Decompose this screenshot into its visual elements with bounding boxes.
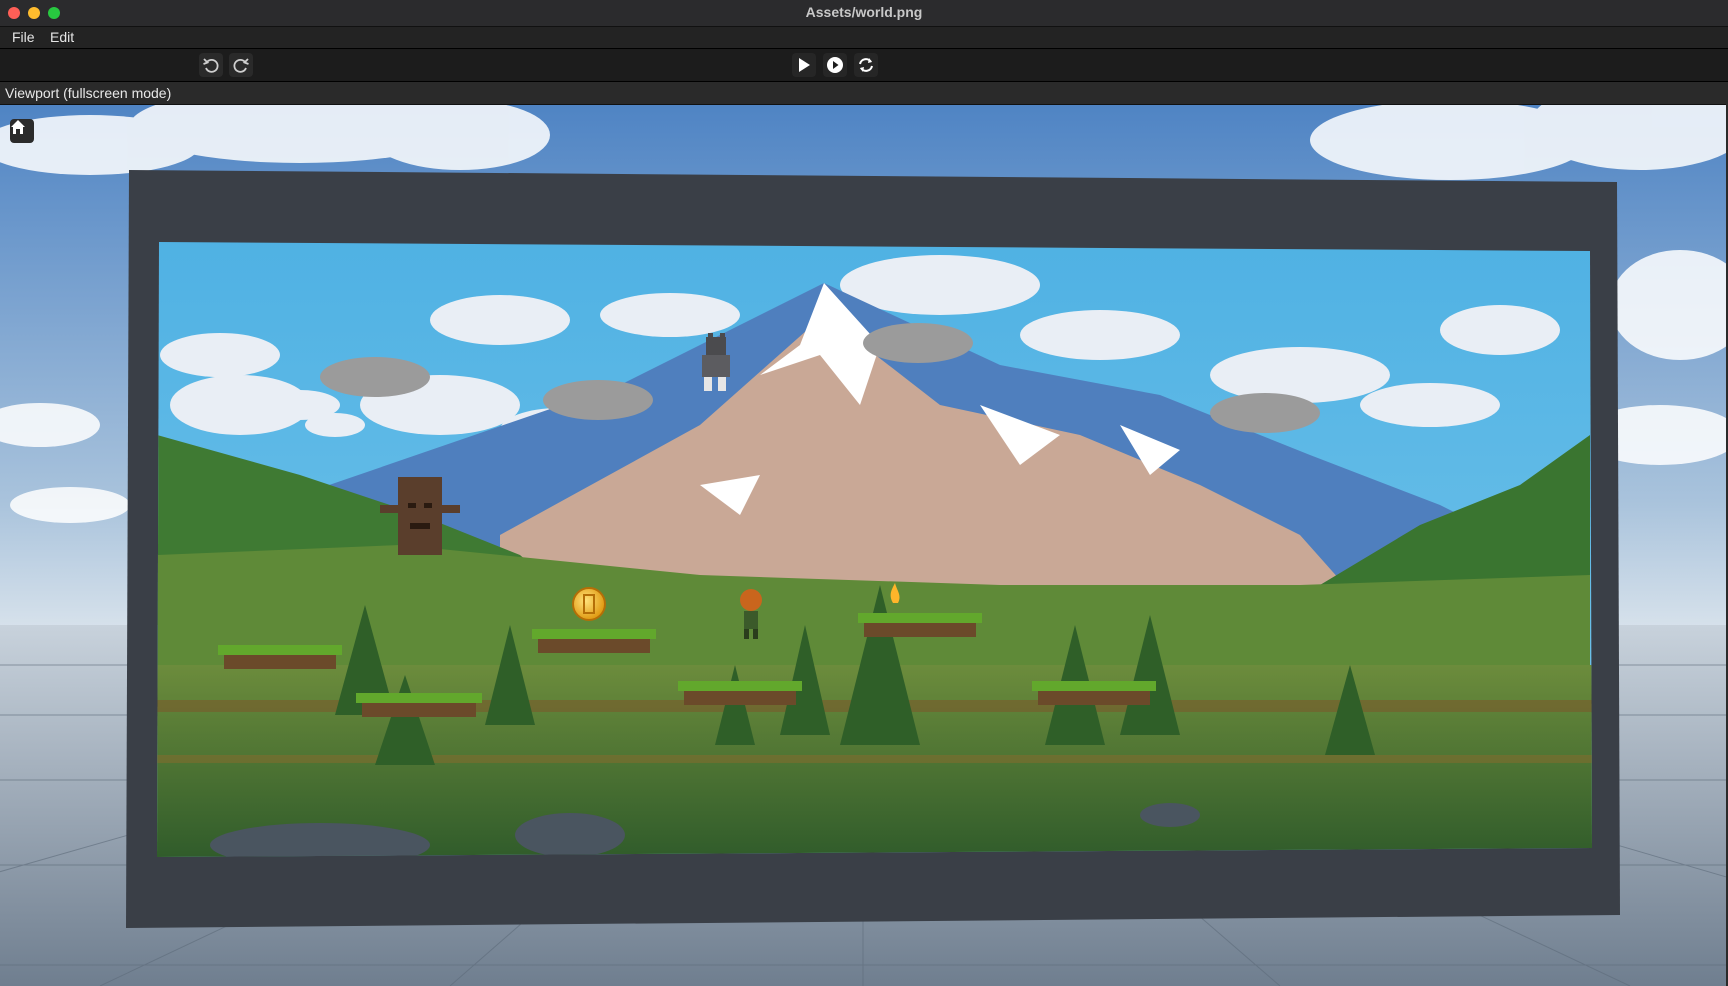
redo-icon xyxy=(233,58,249,73)
play-circle-icon xyxy=(827,57,843,73)
reload-icon xyxy=(859,58,873,72)
home-button[interactable] xyxy=(10,119,34,143)
coin-sprite xyxy=(572,587,606,621)
viewport-canvas[interactable] xyxy=(0,105,1726,986)
play-icon xyxy=(799,58,810,72)
toolbar xyxy=(0,49,1728,82)
viewport-title: Viewport (fullscreen mode) xyxy=(5,85,172,101)
title-bar: Assets/world.png xyxy=(0,0,1728,27)
reload-button[interactable] xyxy=(854,53,878,77)
world-image xyxy=(157,242,1592,857)
viewport-panel-header: Viewport (fullscreen mode) xyxy=(0,82,1728,105)
scene-render xyxy=(0,105,1726,986)
window-title: Assets/world.png xyxy=(805,4,923,20)
undo-button[interactable] xyxy=(199,53,223,77)
redo-button[interactable] xyxy=(229,53,253,77)
menu-file[interactable]: File xyxy=(12,29,35,45)
play-step-button[interactable] xyxy=(823,53,847,77)
play-button[interactable] xyxy=(792,53,816,77)
menu-edit[interactable]: Edit xyxy=(50,29,74,45)
menu-bar: File Edit xyxy=(0,27,1728,49)
undo-icon xyxy=(203,58,219,73)
home-icon xyxy=(11,120,25,134)
